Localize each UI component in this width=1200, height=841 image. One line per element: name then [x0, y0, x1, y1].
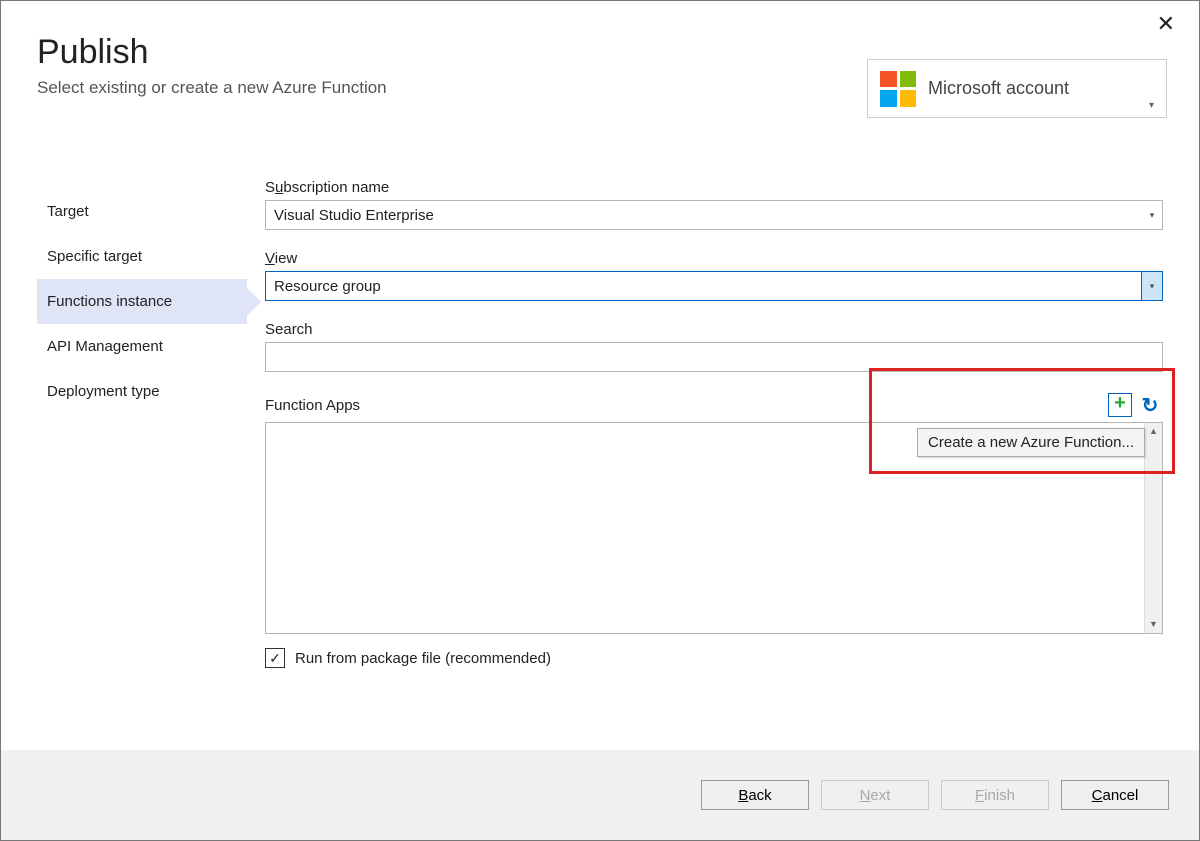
refresh-button[interactable]: ↻	[1137, 392, 1163, 418]
view-value: Resource group	[274, 278, 381, 295]
chevron-down-icon: ▾	[1141, 272, 1162, 300]
chevron-down-icon: ▾	[1142, 201, 1162, 229]
dialog-body: Target Specific target Functions instanc…	[37, 179, 1163, 750]
wizard-main: Subscription name Visual Studio Enterpri…	[247, 179, 1163, 750]
run-from-package-checkbox[interactable]: ✓ Run from package file (recommended)	[265, 648, 1163, 668]
dialog-footer: Back Next Finish Cancel	[1, 750, 1199, 840]
scroll-up-icon[interactable]: ▲	[1145, 423, 1162, 440]
wizard-sidebar: Target Specific target Functions instanc…	[37, 179, 247, 750]
sidebar-item-api-management[interactable]: API Management	[37, 324, 247, 369]
subscription-label: Subscription name	[265, 179, 1163, 196]
subscription-select[interactable]: Visual Studio Enterprise ▾	[265, 200, 1163, 230]
close-button[interactable]: ✕	[1157, 13, 1175, 35]
account-picker[interactable]: Microsoft account ▾	[867, 59, 1167, 118]
run-from-package-label: Run from package file (recommended)	[295, 650, 551, 667]
next-button: Next	[821, 780, 929, 810]
account-label: Microsoft account	[928, 78, 1149, 99]
subscription-value: Visual Studio Enterprise	[274, 207, 434, 224]
search-label: Search	[265, 321, 1163, 338]
new-function-button[interactable]: +	[1107, 392, 1133, 418]
checkbox-icon: ✓	[265, 648, 285, 668]
cancel-button[interactable]: Cancel	[1061, 780, 1169, 810]
create-function-tooltip: Create a new Azure Function...	[917, 428, 1145, 457]
scrollbar[interactable]: ▲ ▼	[1144, 423, 1162, 633]
sidebar-item-functions-instance[interactable]: Functions instance	[37, 279, 247, 324]
scroll-down-icon[interactable]: ▼	[1145, 616, 1162, 633]
view-select[interactable]: Resource group ▾	[265, 271, 1163, 301]
sidebar-item-specific-target[interactable]: Specific target	[37, 234, 247, 279]
sidebar-item-target[interactable]: Target	[37, 189, 247, 234]
plus-icon: +	[1108, 393, 1132, 417]
publish-dialog: ✕ Microsoft account ▾ Publish Select exi…	[0, 0, 1200, 841]
refresh-icon: ↻	[1142, 393, 1159, 418]
finish-button: Finish	[941, 780, 1049, 810]
function-apps-label: Function Apps	[265, 397, 1103, 414]
back-button[interactable]: Back	[701, 780, 809, 810]
search-input[interactable]	[265, 342, 1163, 372]
sidebar-item-deployment-type[interactable]: Deployment type	[37, 369, 247, 414]
chevron-down-icon: ▾	[1149, 100, 1154, 111]
view-label: View	[265, 250, 1163, 267]
microsoft-logo-icon	[880, 71, 916, 107]
